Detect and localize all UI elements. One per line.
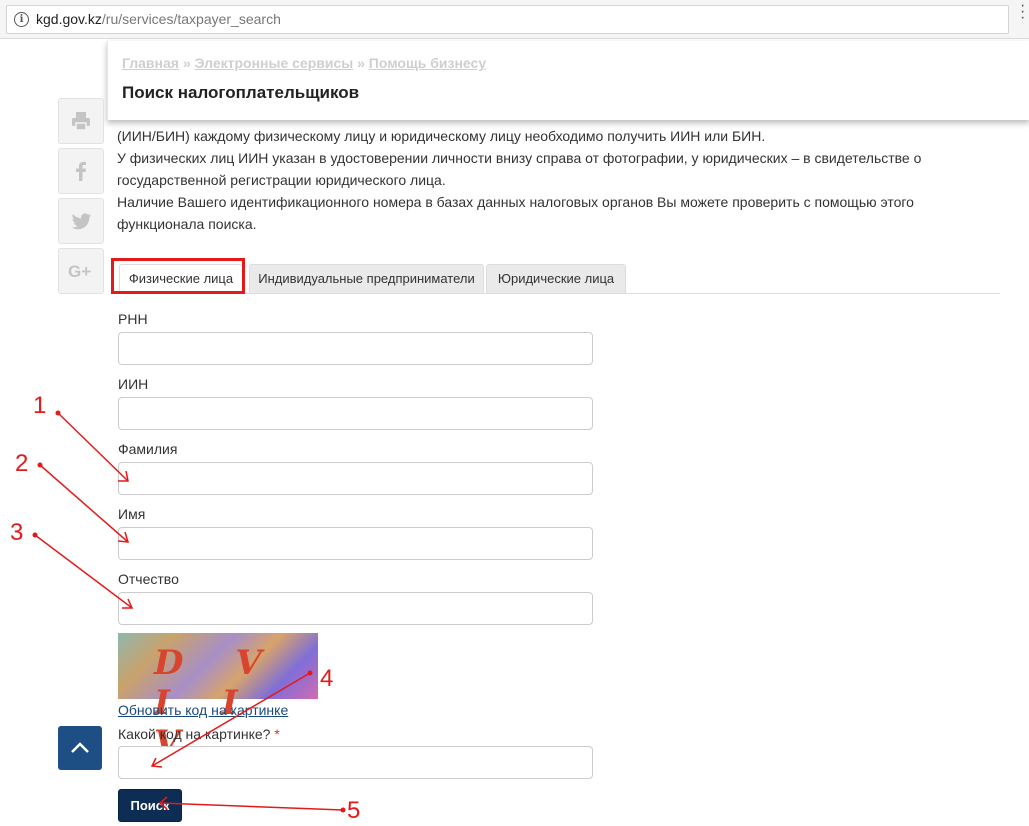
page-title: Поиск налогоплательщиков	[122, 83, 360, 102]
browser-menu-icon[interactable]: · · ·	[1020, 0, 1025, 26]
refresh-captcha-link[interactable]: Обновить код на картинке	[118, 702, 288, 718]
rnn-label: РНН	[118, 311, 148, 327]
iin-label: ИИН	[118, 376, 149, 392]
annotation-5: 5	[347, 797, 361, 824]
arrow-dot-3	[32, 532, 38, 538]
patronymic-label: Отчество	[118, 571, 179, 587]
google-plus-icon: G+	[68, 262, 91, 281]
captcha-input[interactable]	[118, 746, 593, 779]
breadcrumb-e-services[interactable]: Электронные сервисы	[195, 55, 354, 71]
arrow-2	[39, 464, 129, 543]
surname-input[interactable]	[118, 462, 593, 495]
url-field[interactable]: i kgd.gov.kz/ru/services/taxpayer_search	[6, 5, 1009, 34]
facebook-share-button[interactable]	[58, 148, 104, 194]
print-icon	[72, 112, 90, 131]
search-button[interactable]: Поиск	[118, 789, 182, 822]
twitter-share-button[interactable]	[58, 198, 104, 244]
arrow-dot-2	[37, 462, 43, 468]
svg-text:G+: G+	[68, 262, 91, 281]
intro-line: У физических лиц ИИН указан в удостовере…	[117, 150, 922, 166]
captcha-image: D V I I V	[118, 633, 318, 763]
iin-input[interactable]	[118, 397, 593, 430]
facebook-icon	[76, 161, 86, 181]
page-header: Главная » Электронные сервисы » Помощь б…	[107, 41, 1029, 120]
search-tabs: Физические лица Индивидуальные предприни…	[113, 264, 1000, 294]
captcha-label: Какой код на картинке? *	[118, 726, 280, 742]
annotation-1: 1	[33, 392, 47, 419]
rnn-input[interactable]	[118, 332, 593, 365]
breadcrumb-separator: »	[357, 55, 365, 71]
intro-line: Наличие Вашего идентификационного номера…	[117, 194, 914, 210]
breadcrumb: Главная » Электронные сервисы » Помощь б…	[122, 55, 486, 71]
print-button[interactable]	[58, 98, 104, 144]
breadcrumb-separator: »	[182, 55, 191, 71]
tab-legal-entities[interactable]: Юридические лица	[486, 264, 626, 293]
info-icon[interactable]: i	[14, 12, 29, 27]
intro-line: государственной регистрации юридического…	[117, 172, 446, 188]
first-name-label: Имя	[118, 506, 146, 522]
scroll-top-button[interactable]	[58, 726, 102, 770]
required-mark: *	[274, 726, 280, 742]
surname-label: Фамилия	[118, 441, 178, 457]
captcha-label-text: Какой код на картинке?	[118, 726, 271, 742]
intro-line: (ИИН/БИН) каждому физическому лицу и юри…	[117, 128, 766, 144]
url-path: /ru/services/taxpayer_search	[101, 11, 281, 27]
twitter-icon	[71, 213, 91, 230]
annotation-3: 3	[10, 519, 24, 546]
intro-line: функционала поиска.	[117, 216, 257, 232]
annotation-4: 4	[320, 665, 334, 692]
annotation-2: 2	[15, 450, 29, 477]
tab-entrepreneurs[interactable]: Индивидуальные предприниматели	[249, 264, 484, 293]
url-text: kgd.gov.kz/ru/services/taxpayer_search	[36, 6, 281, 33]
arrow-dot-5	[340, 807, 346, 813]
browser-address-bar: i kgd.gov.kz/ru/services/taxpayer_search…	[0, 0, 1029, 39]
breadcrumb-home[interactable]: Главная	[122, 55, 179, 71]
first-name-input[interactable]	[118, 527, 593, 560]
chevron-up-icon	[71, 742, 89, 753]
arrow-dot-1	[55, 410, 61, 416]
intro-text: (ИИН/БИН) каждому физическому лицу и юри…	[117, 125, 997, 235]
arrow-5	[159, 802, 344, 811]
google-plus-share-button[interactable]: G+	[58, 248, 104, 294]
patronymic-input[interactable]	[118, 592, 593, 625]
breadcrumb-business-help[interactable]: Помощь бизнесу	[369, 55, 486, 71]
highlight-box-active-tab	[111, 258, 245, 294]
url-host: kgd.gov.kz	[36, 11, 102, 27]
